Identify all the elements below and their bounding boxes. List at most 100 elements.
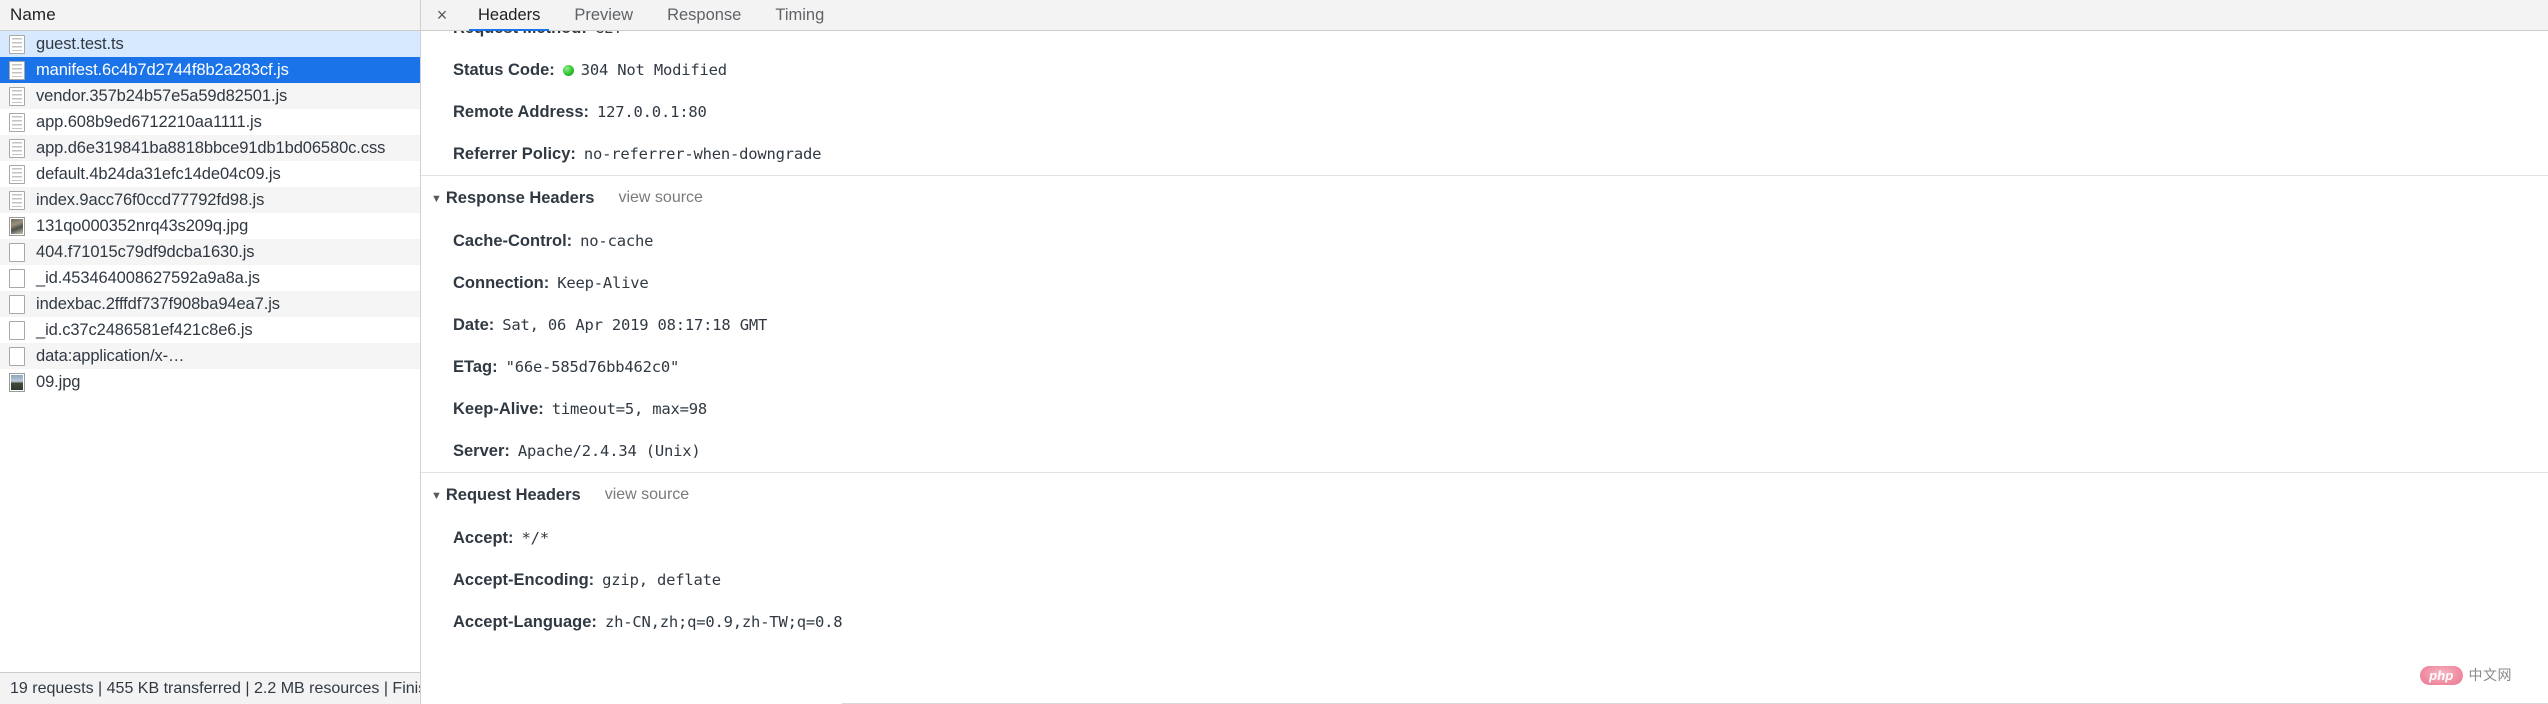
- list-item[interactable]: app.608b9ed6712210aa1111.js: [0, 109, 420, 135]
- list-item[interactable]: _id.c37c2486581ef421c8e6.js: [0, 317, 420, 343]
- header-row-remote-address: Remote Address: 127.0.0.1:80: [431, 91, 2548, 133]
- image-file-icon: [9, 372, 25, 392]
- list-item[interactable]: indexbac.2fffdf737f908ba94ea7.js: [0, 291, 420, 317]
- network-summary-status-bar: 19 requests | 455 KB transferred | 2.2 M…: [0, 672, 420, 704]
- request-list-header: Name: [0, 0, 420, 31]
- detail-tab-bar: × Headers Preview Response Timing: [421, 0, 2548, 32]
- blank-file-icon: [9, 268, 25, 288]
- section-request-headers[interactable]: ▼ Request Headers view source: [421, 472, 2548, 517]
- close-icon[interactable]: ×: [429, 2, 455, 28]
- header-row-status-code: Status Code: 304 Not Modified: [431, 49, 2548, 91]
- list-item[interactable]: default.4b24da31efc14de04c09.js: [0, 161, 420, 187]
- section-response-headers[interactable]: ▼ Response Headers view source: [421, 175, 2548, 220]
- list-item-label: vendor.357b24b57e5a59d82501.js: [36, 86, 288, 105]
- list-item-label: 09.jpg: [36, 372, 81, 391]
- header-key: Accept-Encoding:: [453, 571, 595, 589]
- header-row-accept: Accept: */*: [431, 517, 2548, 559]
- header-row-request-method: Request Method: GET: [431, 31, 2548, 49]
- list-item-label: _id.c37c2486581ef421c8e6.js: [36, 320, 253, 339]
- header-key: Accept-Language:: [453, 613, 597, 631]
- chevron-down-icon[interactable]: ▼: [431, 490, 442, 502]
- header-value: GET: [595, 31, 623, 49]
- script-file-icon: [9, 34, 25, 54]
- tab-headers[interactable]: Headers: [461, 0, 557, 32]
- header-key: Request Method:: [453, 31, 587, 49]
- general-section-clipped: Request Method: GET: [431, 31, 2548, 49]
- list-item[interactable]: _id.453464008627592a9a8a.js: [0, 265, 420, 291]
- list-item-label: indexbac.2fffdf737f908ba94ea7.js: [36, 294, 280, 313]
- header-value: zh-CN,zh;q=0.9,zh-TW;q=0.8: [604, 613, 843, 631]
- header-row-date: Date: Sat, 06 Apr 2019 08:17:18 GMT: [431, 304, 2548, 346]
- list-item[interactable]: manifest.6c4b7d2744f8b2a283cf.js: [0, 57, 420, 83]
- blank-file-icon: [9, 294, 25, 314]
- header-row-connection: Connection: Keep-Alive: [431, 262, 2548, 304]
- script-file-icon: [9, 190, 25, 210]
- chevron-down-icon[interactable]: ▼: [431, 193, 442, 205]
- list-item[interactable]: guest.test.ts: [0, 31, 420, 57]
- list-item[interactable]: 131qo000352nrq43s209q.jpg: [0, 213, 420, 239]
- list-item-label: app.d6e319841ba8818bbce91db1bd06580c.css: [36, 138, 386, 157]
- header-row-etag: ETag: "66e-585d76bb462c0": [431, 346, 2548, 388]
- list-item-label: index.9acc76f0ccd77792fd98.js: [36, 190, 265, 209]
- view-source-link[interactable]: view source: [618, 189, 702, 207]
- request-list[interactable]: guest.test.ts manifest.6c4b7d2744f8b2a28…: [0, 31, 420, 672]
- header-key: Cache-Control:: [453, 232, 573, 250]
- section-title: Response Headers: [445, 188, 595, 207]
- header-value: */*: [521, 529, 550, 547]
- list-item[interactable]: app.d6e319841ba8818bbce91db1bd06580c.css: [0, 135, 420, 161]
- header-key: Keep-Alive:: [453, 400, 544, 418]
- script-file-icon: [9, 138, 25, 158]
- request-detail-panel: × Headers Preview Response Timing Reques…: [421, 0, 2548, 704]
- header-key: Status Code:: [453, 61, 555, 79]
- blank-file-icon: [9, 320, 25, 340]
- devtools-network-panel: Name guest.test.ts manifest.6c4b7d2744f8…: [0, 0, 2548, 704]
- list-item[interactable]: index.9acc76f0ccd77792fd98.js: [0, 187, 420, 213]
- list-item[interactable]: data:application/x-…: [0, 343, 420, 369]
- header-value: Sat, 06 Apr 2019 08:17:18 GMT: [502, 316, 768, 334]
- section-title: Request Headers: [445, 485, 581, 504]
- header-row-accept-encoding: Accept-Encoding: gzip, deflate: [431, 559, 2548, 601]
- view-source-link[interactable]: view source: [605, 486, 689, 504]
- header-value: Apache/2.4.34 (Unix): [517, 442, 701, 460]
- header-row-referrer-policy: Referrer Policy: no-referrer-when-downgr…: [431, 133, 2548, 175]
- tab-response[interactable]: Response: [650, 0, 758, 31]
- list-item[interactable]: vendor.357b24b57e5a59d82501.js: [0, 83, 420, 109]
- list-item-label: _id.453464008627592a9a8a.js: [36, 268, 260, 287]
- list-item[interactable]: 404.f71015c79df9dcba1630.js: [0, 239, 420, 265]
- header-value: Keep-Alive: [557, 274, 649, 292]
- script-file-icon: [9, 112, 25, 132]
- header-key: ETag:: [453, 358, 498, 376]
- header-value: no-cache: [580, 232, 654, 250]
- request-list-panel: Name guest.test.ts manifest.6c4b7d2744f8…: [0, 0, 421, 704]
- script-file-icon: [9, 164, 25, 184]
- list-item[interactable]: 09.jpg: [0, 369, 420, 395]
- header-value: no-referrer-when-downgrade: [583, 145, 822, 163]
- blank-file-icon: [9, 346, 25, 366]
- tab-timing[interactable]: Timing: [758, 0, 841, 31]
- list-item-label: manifest.6c4b7d2744f8b2a283cf.js: [36, 60, 289, 79]
- status-ok-indicator-icon: [562, 65, 574, 76]
- header-key: Date:: [453, 316, 495, 334]
- list-item-label: 404.f71015c79df9dcba1630.js: [36, 242, 255, 261]
- list-item-label: 131qo000352nrq43s209q.jpg: [36, 216, 249, 235]
- list-item-label: app.608b9ed6712210aa1111.js: [36, 112, 262, 131]
- header-row-cache-control: Cache-Control: no-cache: [431, 220, 2548, 262]
- list-item-label: default.4b24da31efc14de04c09.js: [36, 164, 281, 183]
- header-value: 304 Not Modified: [580, 61, 727, 79]
- network-summary-text: 19 requests | 455 KB transferred | 2.2 M…: [10, 679, 420, 697]
- header-key: Connection:: [453, 274, 550, 292]
- header-value: "66e-585d76bb462c0": [505, 358, 680, 376]
- list-item-label: guest.test.ts: [36, 34, 124, 53]
- header-value: timeout=5, max=98: [551, 400, 708, 418]
- header-row-server: Server: Apache/2.4.34 (Unix): [431, 430, 2548, 472]
- header-value: 127.0.0.1:80: [597, 103, 707, 121]
- header-value: gzip, deflate: [602, 571, 721, 589]
- header-row-accept-language: Accept-Language: zh-CN,zh;q=0.9,zh-TW;q=…: [431, 601, 2548, 643]
- script-file-icon: [9, 86, 25, 106]
- header-key: Referrer Policy:: [453, 145, 576, 163]
- tab-preview[interactable]: Preview: [557, 0, 650, 31]
- headers-content[interactable]: Request Method: GET Status Code: 304 Not…: [421, 31, 2548, 704]
- header-row-keep-alive: Keep-Alive: timeout=5, max=98: [431, 388, 2548, 430]
- header-key: Remote Address:: [453, 103, 590, 121]
- column-header-name[interactable]: Name: [10, 5, 56, 25]
